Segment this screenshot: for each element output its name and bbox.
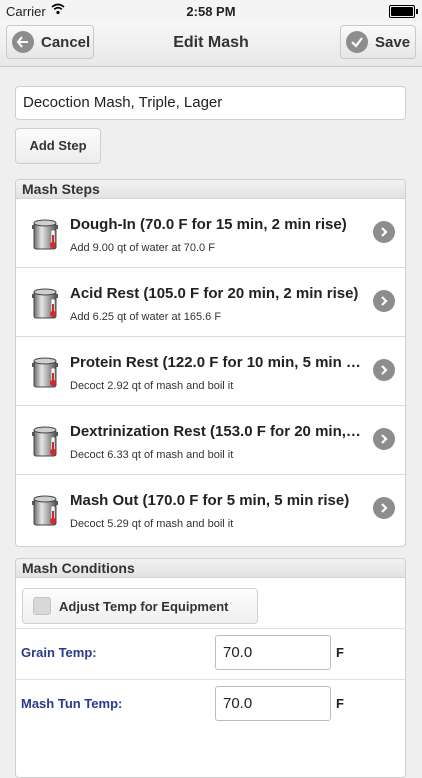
mash-step-description: Add 9.00 qt of water at 70.0 F	[70, 242, 215, 254]
mash-name-input[interactable]: Decoction Mash, Triple, Lager	[15, 86, 406, 120]
kettle-thermometer-icon	[32, 286, 60, 325]
chevron-right-icon[interactable]	[373, 359, 395, 381]
chevron-right-icon[interactable]	[373, 221, 395, 243]
kettle-thermometer-icon	[32, 424, 60, 463]
adjust-temp-checkbox[interactable]	[33, 597, 51, 615]
mash-step-description: Decoct 2.92 qt of mash and boil it	[70, 380, 234, 392]
mash-step-row[interactable]: Mash Out (170.0 F for 5 min, 5 min rise)…	[16, 475, 405, 544]
kettle-thermometer-icon	[32, 493, 60, 532]
save-button[interactable]: Save	[340, 25, 416, 59]
adjust-temp-row: Adjust Temp for Equipment	[16, 578, 405, 629]
mash-tun-temp-row: Mash Tun Temp: 70.0 F	[16, 680, 405, 730]
mash-step-row[interactable]: Dextrinization Rest (153.0 F for 20 min,…	[16, 406, 405, 475]
mash-step-row[interactable]: Protein Rest (122.0 F for 10 min, 5 min …	[16, 337, 405, 406]
mash-step-title: Protein Rest (122.0 F for 10 min, 5 min …	[70, 354, 363, 371]
mash-steps-header: Mash Steps	[16, 180, 405, 199]
grain-temp-unit: F	[336, 645, 344, 660]
mash-steps-section: Mash Steps Dough-In (70.0 F for 15 min, …	[15, 179, 406, 547]
mash-step-description: Decoct 6.33 qt of mash and boil it	[70, 449, 234, 461]
checkmark-icon	[346, 31, 368, 53]
mash-tun-temp-label: Mash Tun Temp:	[21, 696, 123, 711]
clock: 2:58 PM	[186, 4, 236, 19]
kettle-thermometer-icon	[32, 355, 60, 394]
mash-step-description: Decoct 5.29 qt of mash and boil it	[70, 518, 234, 530]
mash-conditions-section: Mash Conditions Adjust Temp for Equipmen…	[15, 558, 406, 778]
status-bar: Carrier 2:58 PM	[0, 0, 422, 22]
mash-steps-list: Dough-In (70.0 F for 15 min, 2 min rise)…	[16, 199, 405, 544]
mash-step-title: Mash Out (170.0 F for 5 min, 5 min rise)	[70, 492, 350, 509]
kettle-thermometer-icon	[32, 217, 60, 256]
grain-temp-label: Grain Temp:	[21, 645, 97, 660]
grain-temp-input[interactable]: 70.0	[215, 635, 331, 670]
save-label: Save	[375, 33, 411, 51]
navigation-bar: Cancel Edit Mash Save	[0, 22, 422, 67]
grain-temp-row: Grain Temp: 70.0 F	[16, 629, 405, 680]
battery-icon	[389, 5, 418, 18]
mash-step-title: Dough-In (70.0 F for 15 min, 2 min rise)	[70, 216, 347, 233]
mash-step-description: Add 6.25 qt of water at 165.6 F	[70, 311, 222, 323]
adjust-temp-toggle[interactable]: Adjust Temp for Equipment	[22, 588, 258, 624]
mash-step-row[interactable]: Dough-In (70.0 F for 15 min, 2 min rise)…	[16, 199, 405, 268]
chevron-right-icon[interactable]	[373, 497, 395, 519]
mash-tun-temp-input[interactable]: 70.0	[215, 686, 331, 721]
chevron-right-icon[interactable]	[373, 428, 395, 450]
chevron-right-icon[interactable]	[373, 290, 395, 312]
mash-conditions-header: Mash Conditions	[16, 559, 405, 578]
mash-step-row[interactable]: Acid Rest (105.0 F for 20 min, 2 min ris…	[16, 268, 405, 337]
mash-tun-temp-unit: F	[336, 696, 344, 711]
add-step-button[interactable]: Add Step	[15, 128, 101, 164]
mash-step-title: Dextrinization Rest (153.0 F for 20 min,…	[70, 423, 363, 440]
adjust-temp-label: Adjust Temp for Equipment	[59, 598, 229, 614]
mash-step-title: Acid Rest (105.0 F for 20 min, 2 min ris…	[70, 285, 359, 302]
